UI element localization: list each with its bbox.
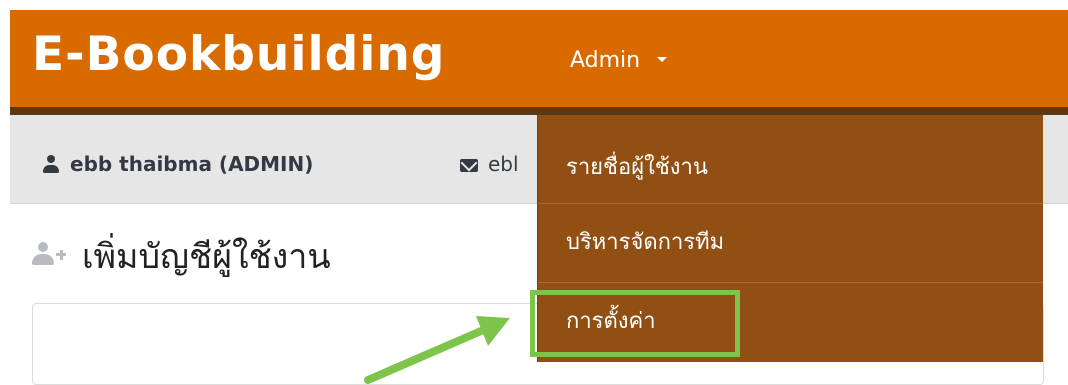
user-name-text: ebb thaibma (ADMIN) bbox=[70, 152, 314, 176]
user-icon bbox=[42, 155, 60, 173]
menu-item-label: รายชื่อผู้ใช้งาน bbox=[566, 155, 708, 180]
caret-down-icon bbox=[657, 56, 668, 62]
menu-item-user-list[interactable]: รายชื่อผู้ใช้งาน bbox=[538, 123, 1043, 203]
menu-item-label: บริหารจัดการทีม bbox=[566, 230, 725, 255]
navbar-divider bbox=[10, 107, 1068, 115]
menu-item-team-management[interactable]: บริหารจัดการทีม bbox=[538, 203, 1043, 283]
page-title-text: เพิ่มบัญชีผู้ใช้งาน bbox=[82, 237, 331, 277]
admin-label: Admin bbox=[570, 48, 641, 73]
user-email-item: ebl bbox=[460, 151, 519, 177]
top-navbar: E-Bookbuilding Admin bbox=[10, 10, 1068, 107]
menu-item-label: การตั้งค่า bbox=[566, 309, 656, 334]
admin-dropdown-menu: รายชื่อผู้ใช้งาน บริหารจัดการทีม การตั้ง… bbox=[537, 115, 1043, 362]
page-title: เพิ่มบัญชีผู้ใช้งาน bbox=[32, 232, 331, 282]
user-add-icon bbox=[32, 242, 66, 266]
user-email-text: ebl bbox=[488, 152, 519, 176]
brand-logo[interactable]: E-Bookbuilding bbox=[32, 20, 445, 90]
envelope-icon bbox=[460, 159, 478, 172]
admin-dropdown-toggle[interactable]: Admin bbox=[570, 46, 668, 76]
user-name-item: ebb thaibma (ADMIN) bbox=[42, 151, 313, 177]
menu-item-settings[interactable]: การตั้งค่า bbox=[538, 282, 1043, 362]
